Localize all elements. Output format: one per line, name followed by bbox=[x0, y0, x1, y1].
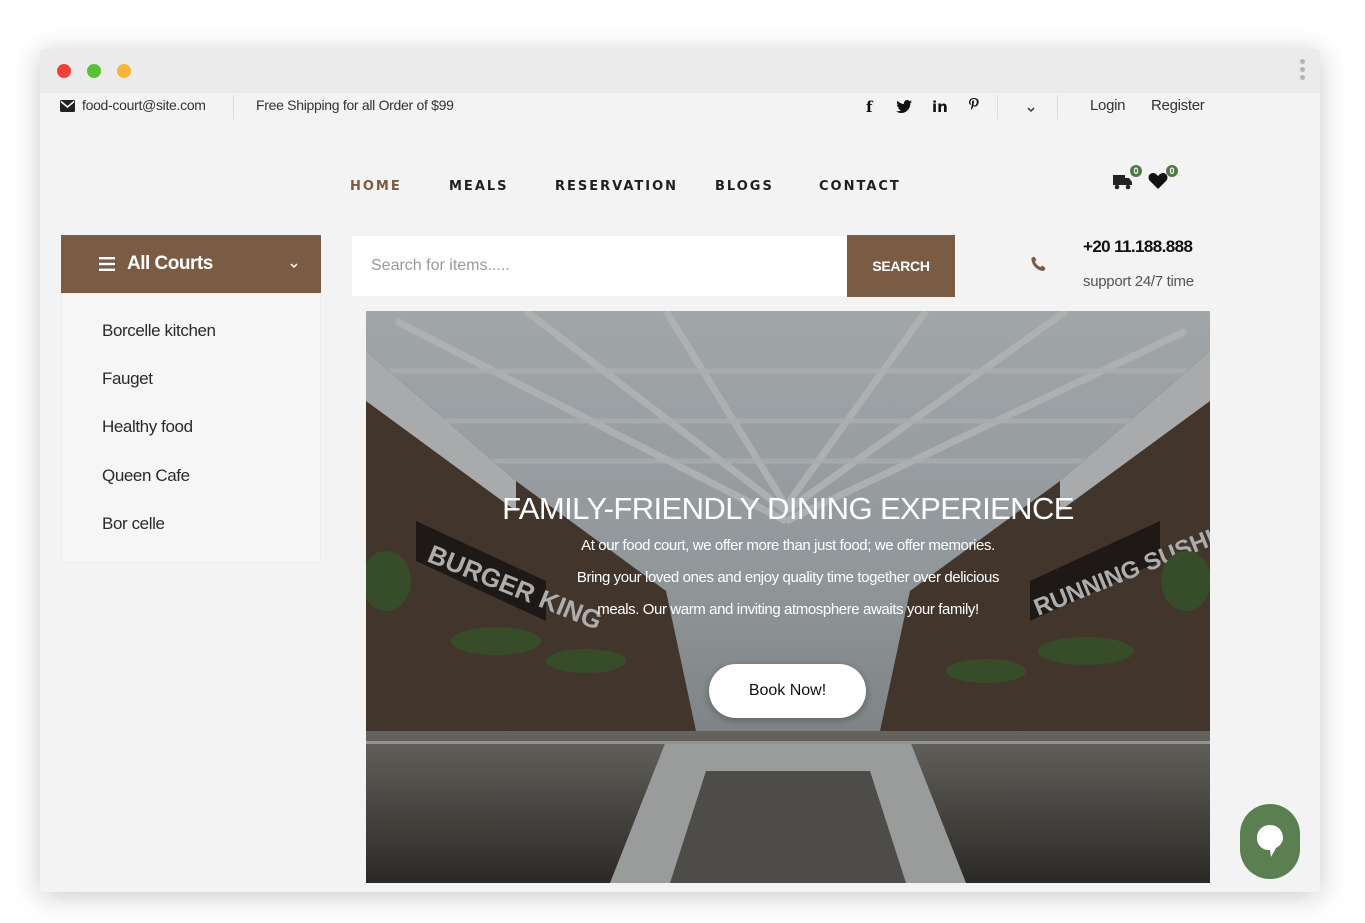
cart-count-badge: 0 bbox=[1130, 165, 1142, 177]
hero-text-line: meals. Our warm and inviting atmosphere … bbox=[597, 601, 979, 618]
chevron-down-icon bbox=[289, 257, 299, 275]
twitter-icon[interactable] bbox=[896, 100, 912, 119]
search-input[interactable] bbox=[352, 236, 847, 296]
search-box bbox=[352, 236, 847, 296]
search-button[interactable]: SEARCH bbox=[847, 235, 955, 297]
nav-blogs[interactable]: BLOGS bbox=[715, 179, 774, 194]
court-item[interactable]: Queen Cafe bbox=[102, 466, 190, 486]
pinterest-icon[interactable] bbox=[968, 98, 980, 119]
close-window-button[interactable] bbox=[57, 64, 71, 78]
support-phone[interactable]: +20 11.188.888 bbox=[1083, 237, 1193, 257]
phone-icon bbox=[1031, 256, 1046, 277]
all-courts-dropdown[interactable]: All Courts bbox=[61, 235, 321, 293]
chat-widget-button[interactable] bbox=[1240, 804, 1300, 879]
nav-home[interactable]: HOME bbox=[350, 179, 402, 194]
court-item[interactable]: Healthy food bbox=[102, 417, 193, 437]
divider bbox=[997, 95, 998, 119]
linkedin-icon[interactable]: in bbox=[932, 98, 948, 116]
nav-reservation[interactable]: RESERVATION bbox=[555, 179, 678, 194]
facebook-icon[interactable]: f bbox=[866, 98, 872, 116]
register-link[interactable]: Register bbox=[1151, 97, 1205, 114]
heart-wishlist-icon[interactable] bbox=[1148, 172, 1168, 195]
chevron-down-icon[interactable] bbox=[1026, 101, 1036, 119]
court-item[interactable]: Fauget bbox=[102, 369, 153, 389]
courts-list: Borcelle kitchen Fauget Healthy food Que… bbox=[61, 293, 321, 563]
nav-meals[interactable]: MEALS bbox=[449, 179, 509, 194]
hero-title: FAMILY-FRIENDLY DINING EXPERIENCE bbox=[502, 491, 1074, 526]
window-menu-icon[interactable] bbox=[1300, 59, 1306, 83]
window-titlebar bbox=[40, 49, 1320, 93]
minimize-window-button[interactable] bbox=[117, 64, 131, 78]
hamburger-menu-icon bbox=[99, 257, 115, 276]
login-link[interactable]: Login bbox=[1090, 97, 1126, 114]
maximize-window-button[interactable] bbox=[87, 64, 101, 78]
hero-text-line: Bring your loved ones and enjoy quality … bbox=[576, 569, 1000, 586]
hero-text-line: At our food court, we offer more than ju… bbox=[581, 537, 995, 554]
book-now-button[interactable]: Book Now! bbox=[709, 664, 866, 718]
support-hours: support 24/7 time bbox=[1083, 273, 1194, 290]
truck-cart-icon[interactable] bbox=[1113, 172, 1133, 195]
divider bbox=[1057, 95, 1058, 119]
chat-icon bbox=[1255, 824, 1285, 863]
envelope-icon bbox=[60, 99, 75, 117]
court-item[interactable]: Bor celle bbox=[102, 514, 165, 534]
browser-window: food-court@site.com Free Shipping for al… bbox=[40, 49, 1320, 892]
court-item[interactable]: Borcelle kitchen bbox=[102, 321, 216, 341]
nav-contact[interactable]: CONTACT bbox=[819, 179, 901, 194]
food-court-photo: BURGER KING RUNNING SUSHI bbox=[366, 311, 1210, 883]
divider bbox=[233, 95, 234, 119]
hero-banner: BURGER KING RUNNING SUSHI FAMILY-FRIENDL… bbox=[366, 311, 1210, 883]
contact-email[interactable]: food-court@site.com bbox=[82, 97, 206, 113]
all-courts-title: All Courts bbox=[127, 253, 213, 274]
shipping-notice: Free Shipping for all Order of $99 bbox=[256, 97, 454, 113]
wishlist-count-badge: 0 bbox=[1166, 165, 1178, 177]
